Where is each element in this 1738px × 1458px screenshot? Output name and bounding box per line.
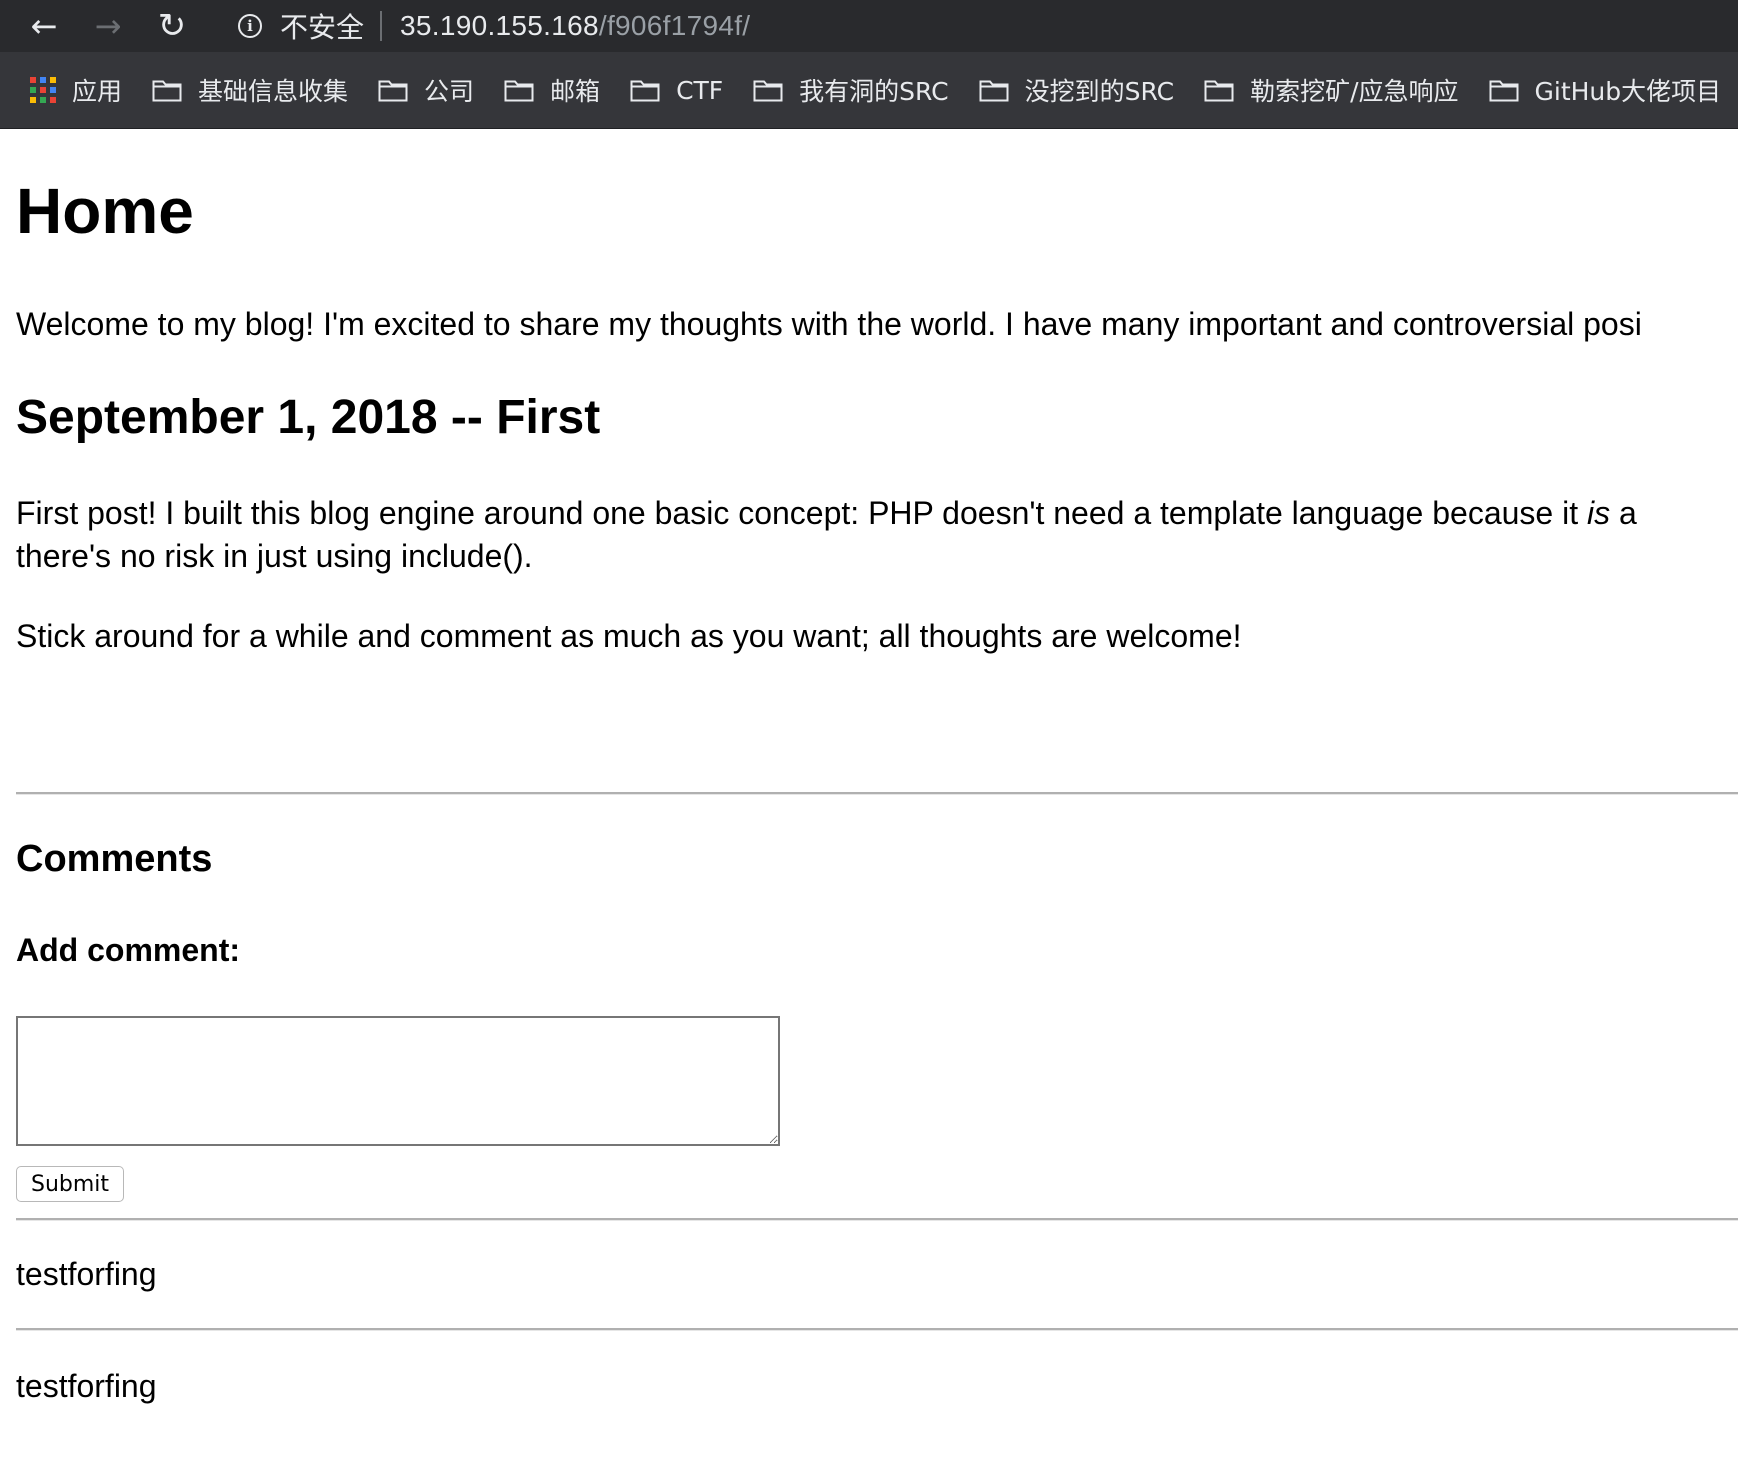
folder-icon	[630, 78, 660, 102]
address-bar[interactable]: i 不安全 35.190.155.168/f906f1794f/	[230, 4, 1738, 48]
intro-text: Welcome to my blog! I'm excited to share…	[16, 306, 1642, 342]
browser-toolbar: ← → ↻ i 不安全 35.190.155.168/f906f1794f/	[0, 0, 1738, 52]
divider	[16, 792, 1738, 795]
post-paragraph: Stick around for a while and comment as …	[16, 618, 1242, 654]
bookmark-label: 公司	[424, 77, 475, 106]
post-paragraph: First post! I built this blog engine aro…	[16, 492, 1738, 578]
bookmarks-bar: 应用 基础信息收集 公司 邮箱 CTF 我有洞的SRC 没挖到的SRC 勒索挖矿…	[0, 52, 1738, 129]
bookmark-label: 应用	[72, 77, 123, 106]
bookmark-folder[interactable]: CTF	[630, 68, 723, 112]
info-icon[interactable]: i	[238, 14, 262, 38]
url-text[interactable]: 35.190.155.168/f906f1794f/	[400, 10, 750, 42]
bookmark-folder[interactable]: 勒索挖矿/应急响应	[1204, 68, 1459, 112]
divider	[16, 1328, 1738, 1331]
url-path: /f906f1794f/	[598, 10, 751, 41]
omnibox-divider	[380, 11, 383, 41]
bookmark-label: 基础信息收集	[198, 77, 349, 106]
bookmark-label: 我有洞的SRC	[799, 77, 949, 106]
submit-button[interactable]: Submit	[16, 1166, 125, 1202]
bookmark-folder[interactable]: 邮箱	[504, 68, 600, 112]
folder-icon	[152, 78, 182, 102]
reload-icon[interactable]: ↻	[152, 6, 192, 46]
bookmark-label: 邮箱	[550, 77, 601, 106]
comment-item: testforfing	[16, 1368, 157, 1404]
bookmark-label: GitHub大佬项目	[1534, 77, 1722, 106]
back-arrow-icon[interactable]: ←	[24, 6, 64, 46]
folder-icon	[504, 78, 534, 102]
folder-icon	[979, 78, 1009, 102]
url-host: 35.190.155.168	[400, 10, 599, 41]
folder-icon	[1204, 78, 1234, 102]
bookmark-label: CTF	[676, 75, 724, 105]
bookmark-folder[interactable]: 基础信息收集	[152, 68, 348, 112]
bookmark-folder[interactable]: 没挖到的SRC	[979, 68, 1174, 112]
comments-heading: Comments	[16, 838, 213, 880]
add-comment-label: Add comment:	[16, 932, 240, 968]
post-title: September 1, 2018 -- First	[16, 391, 601, 444]
apps-grid-icon	[30, 77, 56, 103]
folder-icon	[1489, 78, 1519, 102]
bookmark-folder[interactable]: 我有洞的SRC	[753, 68, 949, 112]
bookmark-folder[interactable]: GitHub大佬项目	[1489, 68, 1722, 112]
post-emphasis: is	[1586, 495, 1611, 531]
page-title: Home	[16, 175, 194, 247]
divider	[16, 1218, 1738, 1221]
bookmark-label: 没挖到的SRC	[1024, 77, 1175, 106]
post-text: a	[1610, 495, 1637, 531]
bookmark-apps[interactable]: 应用	[30, 68, 122, 112]
security-status-label[interactable]: 不安全	[280, 6, 364, 46]
comment-item: testforfing	[16, 1256, 157, 1292]
post-text: First post! I built this blog engine aro…	[16, 495, 1587, 531]
bookmark-folder[interactable]: 公司	[378, 68, 474, 112]
post-text: there's no risk in just using include().	[16, 538, 533, 574]
folder-icon	[378, 78, 408, 102]
folder-icon	[753, 78, 783, 102]
comment-textarea[interactable]	[16, 1016, 780, 1146]
bookmark-label: 勒索挖矿/应急响应	[1250, 77, 1459, 106]
forward-arrow-icon[interactable]: →	[88, 6, 128, 46]
